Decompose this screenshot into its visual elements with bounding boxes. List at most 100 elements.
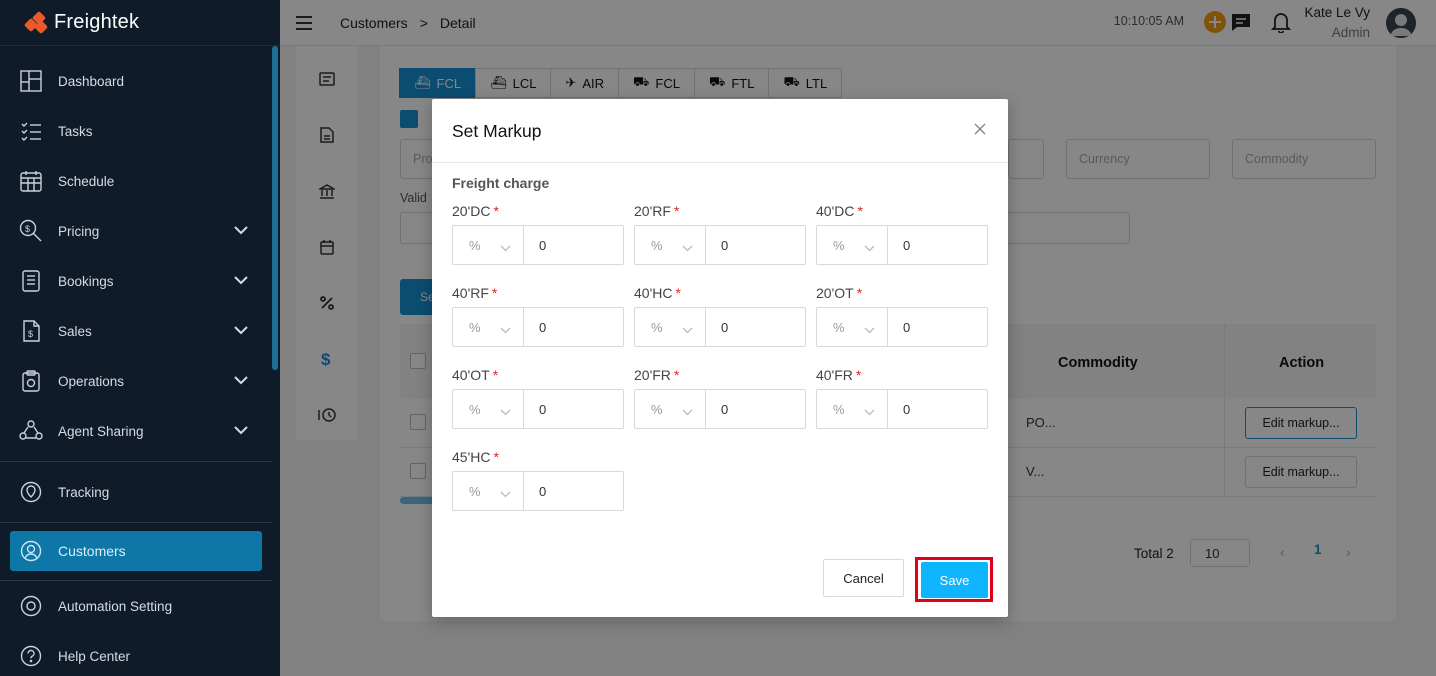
bank-icon[interactable] — [316, 180, 338, 202]
ship-icon: ⛴ — [414, 75, 431, 90]
sidebar-item-dashboard[interactable]: Dashboard — [0, 56, 280, 106]
markup-value-input[interactable]: 0 — [524, 225, 624, 265]
unit-value: % — [469, 483, 481, 499]
unit-select[interactable]: % — [452, 225, 524, 265]
add-icon[interactable] — [1203, 10, 1227, 34]
pricing-search-icon: $ — [18, 218, 44, 244]
chevron-down-icon[interactable] — [234, 322, 248, 338]
required-mark: * — [856, 285, 863, 301]
percent-icon[interactable] — [316, 292, 338, 314]
sidebar-item-help-center[interactable]: Help Center — [0, 631, 280, 676]
unit-select[interactable]: % — [816, 225, 888, 265]
markup-value-input[interactable]: 0 — [706, 307, 806, 347]
calendar-icon — [18, 168, 44, 194]
unit-select[interactable]: % — [634, 225, 706, 265]
chat-icon[interactable] — [1229, 10, 1253, 34]
markup-value-input[interactable]: 0 — [706, 389, 806, 429]
sidebar-item-operations[interactable]: Operations — [0, 356, 280, 406]
unit-select[interactable]: % — [452, 307, 524, 347]
markup-value-input[interactable]: 0 — [888, 389, 988, 429]
tracking-location-icon — [18, 479, 44, 505]
svg-text:$: $ — [28, 329, 33, 339]
unit-select[interactable]: % — [452, 389, 524, 429]
prev-page-icon[interactable]: ‹ — [1280, 544, 1285, 560]
chevron-down-icon[interactable] — [234, 222, 248, 238]
field-label-text: 20'OT — [816, 285, 854, 301]
sidebar-item-bookings[interactable]: Bookings — [0, 256, 280, 306]
close-icon[interactable] — [970, 119, 990, 139]
tab-fcl-sea[interactable]: ⛴ FCL — [399, 68, 477, 98]
field-label: 20'FR * — [634, 367, 806, 387]
notification-bell-icon[interactable] — [1269, 10, 1293, 34]
filter-checkbox[interactable] — [400, 110, 418, 128]
unit-select[interactable]: % — [634, 307, 706, 347]
tab-lcl[interactable]: ⛴ LCL — [475, 68, 552, 98]
sidebar-scrollbar[interactable] — [272, 46, 278, 370]
markup-value-input[interactable]: 0 — [524, 389, 624, 429]
cancel-button[interactable]: Cancel — [823, 559, 904, 597]
tab-air[interactable]: ✈ AIR — [550, 68, 620, 98]
hamburger-menu-icon[interactable] — [296, 15, 312, 30]
field-control: % 0 — [634, 225, 806, 265]
pagination-total: Total 2 — [1134, 546, 1174, 561]
markup-value-input[interactable]: 0 — [888, 225, 988, 265]
chevron-down-icon[interactable] — [234, 422, 248, 438]
edit-markup-button[interactable]: Edit markup... — [1245, 456, 1357, 488]
filter-select-partial[interactable] — [1008, 139, 1044, 179]
select-all-checkbox[interactable] — [410, 353, 426, 369]
document-icon[interactable] — [316, 124, 338, 146]
sidebar-item-tracking[interactable]: Tracking — [0, 467, 280, 517]
unit-select[interactable]: % — [816, 389, 888, 429]
commodity-cell: PO... — [1026, 415, 1056, 430]
sidebar-item-label: Bookings — [58, 273, 114, 289]
chevron-down-icon[interactable] — [234, 372, 248, 388]
page-number[interactable]: 1 — [1314, 542, 1322, 557]
brand[interactable]: Freightek — [0, 0, 280, 46]
save-button[interactable]: Save — [921, 562, 988, 598]
currency-select[interactable]: Currency — [1066, 139, 1210, 179]
avatar[interactable] — [1386, 8, 1416, 38]
next-page-icon[interactable]: › — [1346, 544, 1351, 560]
field-label: 40'RF * — [452, 285, 624, 305]
svg-text:$: $ — [25, 224, 30, 234]
markup-value-input[interactable]: 0 — [524, 471, 624, 511]
history-icon[interactable] — [316, 404, 338, 426]
markup-value-input[interactable]: 0 — [524, 307, 624, 347]
chevron-down-icon — [864, 240, 875, 255]
sidebar-item-tasks[interactable]: Tasks — [0, 106, 280, 156]
tab-label: FCL — [436, 75, 462, 91]
field-label-text: 40'OT — [452, 367, 490, 383]
unit-select[interactable]: % — [816, 307, 888, 347]
sidebar-item-schedule[interactable]: Schedule — [0, 156, 280, 206]
tab-ftl[interactable]: ⛟ FTL — [693, 68, 770, 98]
row-checkbox[interactable] — [410, 414, 426, 430]
unit-select[interactable]: % — [634, 389, 706, 429]
row-checkbox[interactable] — [410, 463, 426, 479]
field-label-text: 20'RF — [634, 203, 671, 219]
sidebar-item-pricing[interactable]: $ Pricing — [0, 206, 280, 256]
tab-fcl-truck[interactable]: ⛟ FCL — [618, 68, 695, 98]
sidebar-item-customers[interactable]: Customers — [10, 531, 262, 571]
field-control: % 0 — [452, 225, 624, 265]
commodity-select[interactable]: Commodity — [1232, 139, 1376, 179]
info-card-icon[interactable] — [316, 68, 338, 90]
sidebar-item-agent-sharing[interactable]: Agent Sharing — [0, 406, 280, 456]
edit-markup-button[interactable]: Edit markup... — [1245, 407, 1357, 439]
dollar-icon[interactable]: $ — [316, 348, 338, 370]
tab-label: LCL — [512, 75, 537, 91]
chevron-down-icon — [500, 486, 511, 501]
unit-select[interactable]: % — [452, 471, 524, 511]
chevron-down-icon[interactable] — [234, 272, 248, 288]
markup-field: 40'DC *% 0 — [816, 203, 988, 265]
user-name[interactable]: Kate Le Vy — [1304, 5, 1370, 20]
page-size-select[interactable]: 10 — [1190, 539, 1250, 567]
field-control: % 0 — [816, 389, 988, 429]
sidebar-item-sales[interactable]: $ Sales — [0, 306, 280, 356]
sidebar-item-label: Sales — [58, 323, 92, 339]
calendar-icon[interactable] — [316, 236, 338, 258]
tab-ltl[interactable]: ⛟ LTL — [768, 68, 843, 98]
breadcrumb-customers[interactable]: Customers — [340, 15, 408, 31]
markup-value-input[interactable]: 0 — [706, 225, 806, 265]
sidebar-item-automation-setting[interactable]: Automation Setting — [0, 581, 280, 631]
markup-value-input[interactable]: 0 — [888, 307, 988, 347]
